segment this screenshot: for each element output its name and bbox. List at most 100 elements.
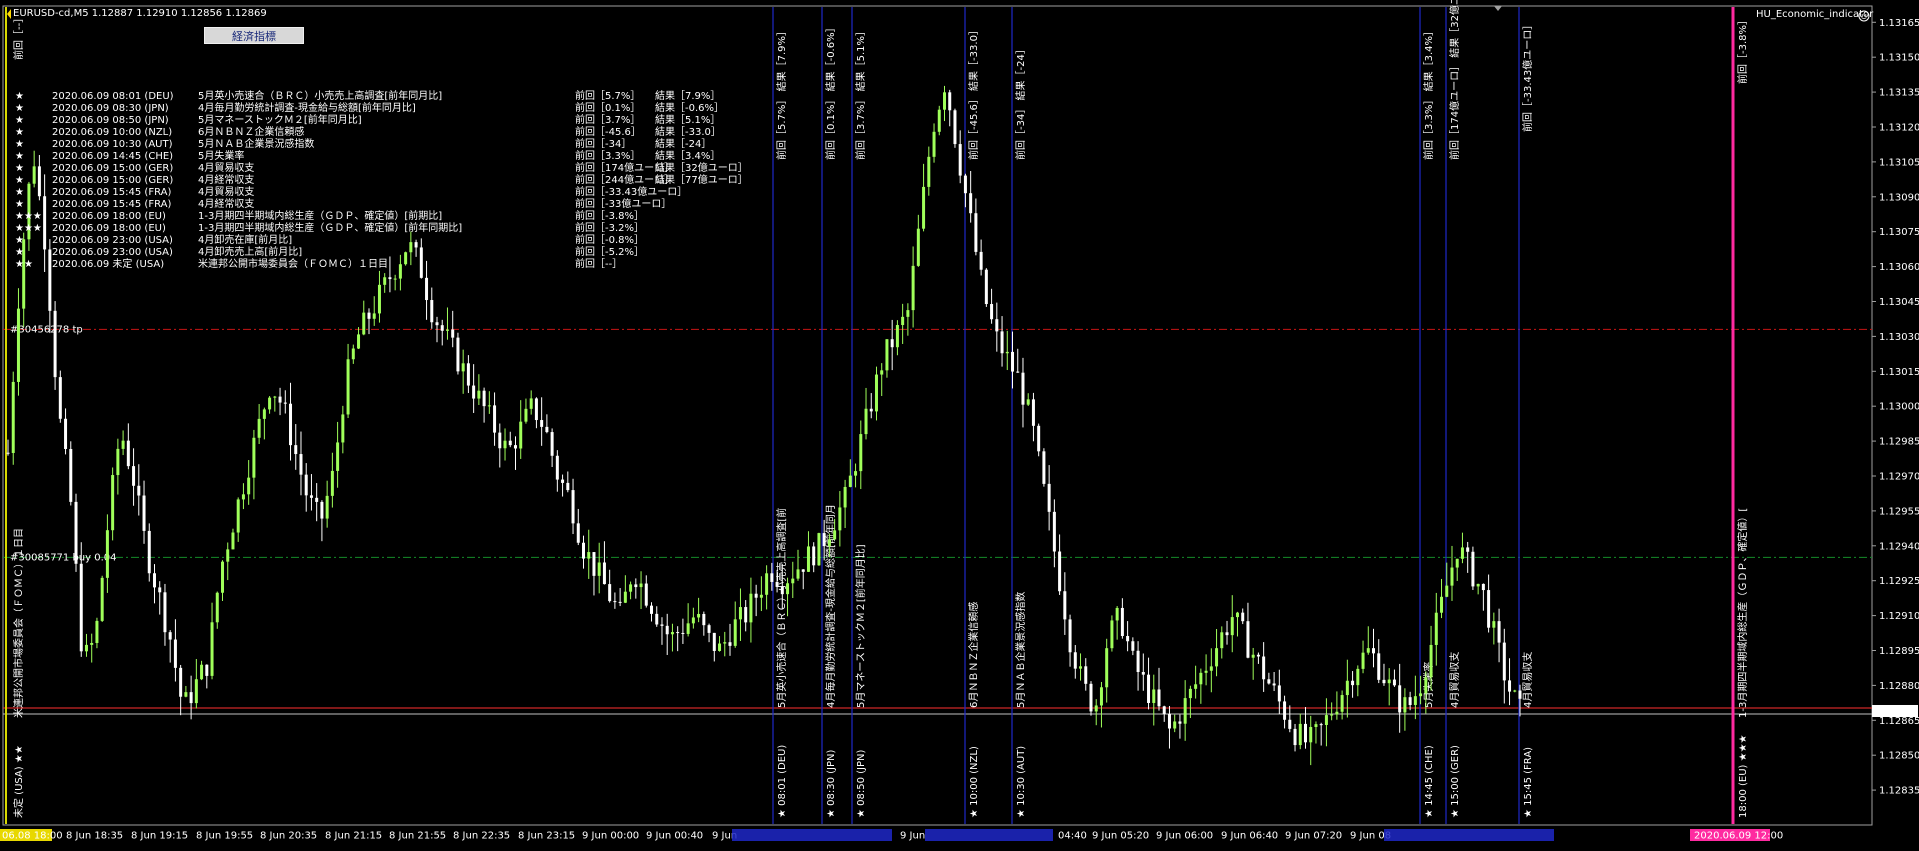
- candle-body: [487, 405, 491, 407]
- event-result-vertical: 前回［0.1%］ 結果［-0.6%］: [824, 22, 837, 160]
- candle-body: [979, 251, 983, 270]
- candle-body: [529, 398, 533, 409]
- candle-body: [859, 434, 863, 472]
- gdp-prev-vertical: 前回［-3.8%］: [1736, 15, 1749, 84]
- event-name: 5月失業率: [198, 149, 244, 162]
- candle-body: [320, 501, 324, 519]
- event-time-vertical: ★ 08:30 (JPN): [826, 749, 837, 818]
- time-label: 9 Jun: [900, 831, 925, 842]
- candle-body: [733, 619, 737, 646]
- candle-body: [681, 632, 685, 634]
- event-name: 1-3月期四半期域内総生産（ＧＤＰ、確定値）[前期比]: [198, 209, 442, 222]
- candle-body: [561, 479, 565, 483]
- price-tick-label: 1.13045: [1879, 297, 1919, 308]
- time-label: 8 Jun 19:55: [196, 831, 253, 842]
- candle-body: [1403, 697, 1407, 713]
- chart-canvas[interactable]: #30456278 tp #30085771 buy 0.04 ★ 08:01 (…: [0, 0, 1919, 851]
- candle-body: [472, 385, 476, 399]
- candle-body: [299, 454, 303, 475]
- candle-body: [723, 642, 727, 644]
- event-prev: 前回［3.7%］: [575, 113, 640, 126]
- price-tick-label: 1.13165: [1879, 18, 1919, 29]
- event-datetime: 2020.06.09 14:45 (CHE): [52, 151, 173, 162]
- event-name-vertical: 5月失業率: [1422, 662, 1435, 708]
- candle-body: [644, 583, 648, 606]
- candle-body: [1194, 684, 1198, 689]
- event-datetime: 2020.06.09 未定 (USA): [52, 257, 164, 270]
- candle-body: [576, 523, 580, 543]
- candle-body: [1037, 425, 1041, 452]
- candle-body: [990, 304, 994, 320]
- candle-body: [1110, 620, 1114, 649]
- candle-body: [137, 485, 141, 496]
- candle-body: [1230, 617, 1234, 636]
- event-prev: 前回［-5.2%］: [575, 245, 644, 258]
- candle-body: [330, 470, 334, 496]
- time-label: 8 Jun 23:15: [518, 831, 575, 842]
- candle-body: [132, 466, 136, 486]
- candle-body: [466, 363, 470, 386]
- candle-body: [1288, 719, 1292, 729]
- candle-body: [215, 592, 219, 623]
- price-tick-label: 1.13075: [1879, 227, 1919, 238]
- candle-body: [111, 475, 115, 531]
- candle-body: [440, 325, 444, 331]
- event-time-vertical: ★ 15:00 (GER): [1450, 745, 1461, 818]
- candle-body: [1047, 483, 1051, 512]
- candle-body: [283, 402, 287, 404]
- candle-body: [1209, 666, 1213, 671]
- candle-body: [398, 264, 402, 279]
- close-icon[interactable]: [1858, 10, 1870, 22]
- candle-body: [1031, 399, 1035, 426]
- event-result-vertical: 前回［174億ユーロ］ 結果［32億ユーロ］: [1448, 0, 1461, 160]
- price-tick-label: 1.12985: [1879, 437, 1919, 448]
- candle-body: [152, 573, 156, 588]
- price-tick-label: 1.13105: [1879, 157, 1919, 168]
- candle-body: [1225, 632, 1229, 636]
- event-star-icon: ★★: [15, 259, 33, 270]
- event-prev: 前回［0.1%］: [575, 101, 640, 114]
- candle-body: [445, 329, 449, 331]
- candle-body: [409, 242, 413, 253]
- event-prev: 前回［5.7%］: [575, 89, 640, 102]
- candle-body: [738, 607, 742, 620]
- event-time-vertical: ★ 08:01 (DEU): [777, 745, 788, 818]
- time-axis: 06.08 18:00 8 Jun 18:35 8 Jun 19:15 8 Jun 1…: [0, 829, 1783, 842]
- candle-body: [932, 131, 936, 157]
- candle-body: [84, 644, 88, 652]
- fomc-prev-vertical: 前回［--］: [12, 13, 25, 60]
- candle-body: [953, 110, 957, 145]
- event-time-vertical: ★ 10:00 (NZL): [969, 746, 980, 818]
- candle-body: [508, 440, 512, 446]
- candle-body: [1256, 654, 1260, 657]
- economic-indicator-button[interactable]: 経済指標: [204, 27, 304, 44]
- candle-body: [16, 308, 20, 382]
- candle-body: [194, 679, 198, 704]
- candle-body: [1089, 683, 1093, 712]
- symbol-ohlc-header: EURUSD-cd,M5 1.12887 1.12910 1.12856 1.1…: [13, 8, 267, 19]
- candle-body: [613, 601, 617, 603]
- time-label: 06.08 18:00: [2, 831, 63, 842]
- candle-body: [629, 584, 633, 592]
- candle-body: [1251, 654, 1255, 658]
- candle-body: [1042, 451, 1046, 484]
- candle-body: [1366, 648, 1370, 653]
- candle-body: [1073, 652, 1077, 669]
- candle-body: [1502, 642, 1506, 681]
- candle-body: [414, 242, 418, 248]
- event-star-icon: ★: [15, 151, 24, 162]
- candle-body: [545, 426, 549, 433]
- candle-body: [791, 578, 795, 584]
- candle-body: [519, 421, 523, 449]
- candle-body: [1387, 679, 1391, 684]
- event-result: 結果［32億ユーロ］: [655, 161, 748, 174]
- candle-body: [1199, 672, 1203, 685]
- event-name-vertical: 5月マネーストックＭ２[前年同月比]: [854, 544, 867, 708]
- time-label: 9 Jun 06:40: [1221, 831, 1278, 842]
- event-datetime: 2020.06.09 15:45 (FRA): [52, 199, 171, 210]
- event-datetime: 2020.06.09 08:30 (JPN): [52, 103, 169, 114]
- candle-body: [1241, 612, 1245, 622]
- candle-body: [205, 664, 209, 676]
- candle-body: [1267, 679, 1271, 684]
- candle-body: [1173, 721, 1177, 729]
